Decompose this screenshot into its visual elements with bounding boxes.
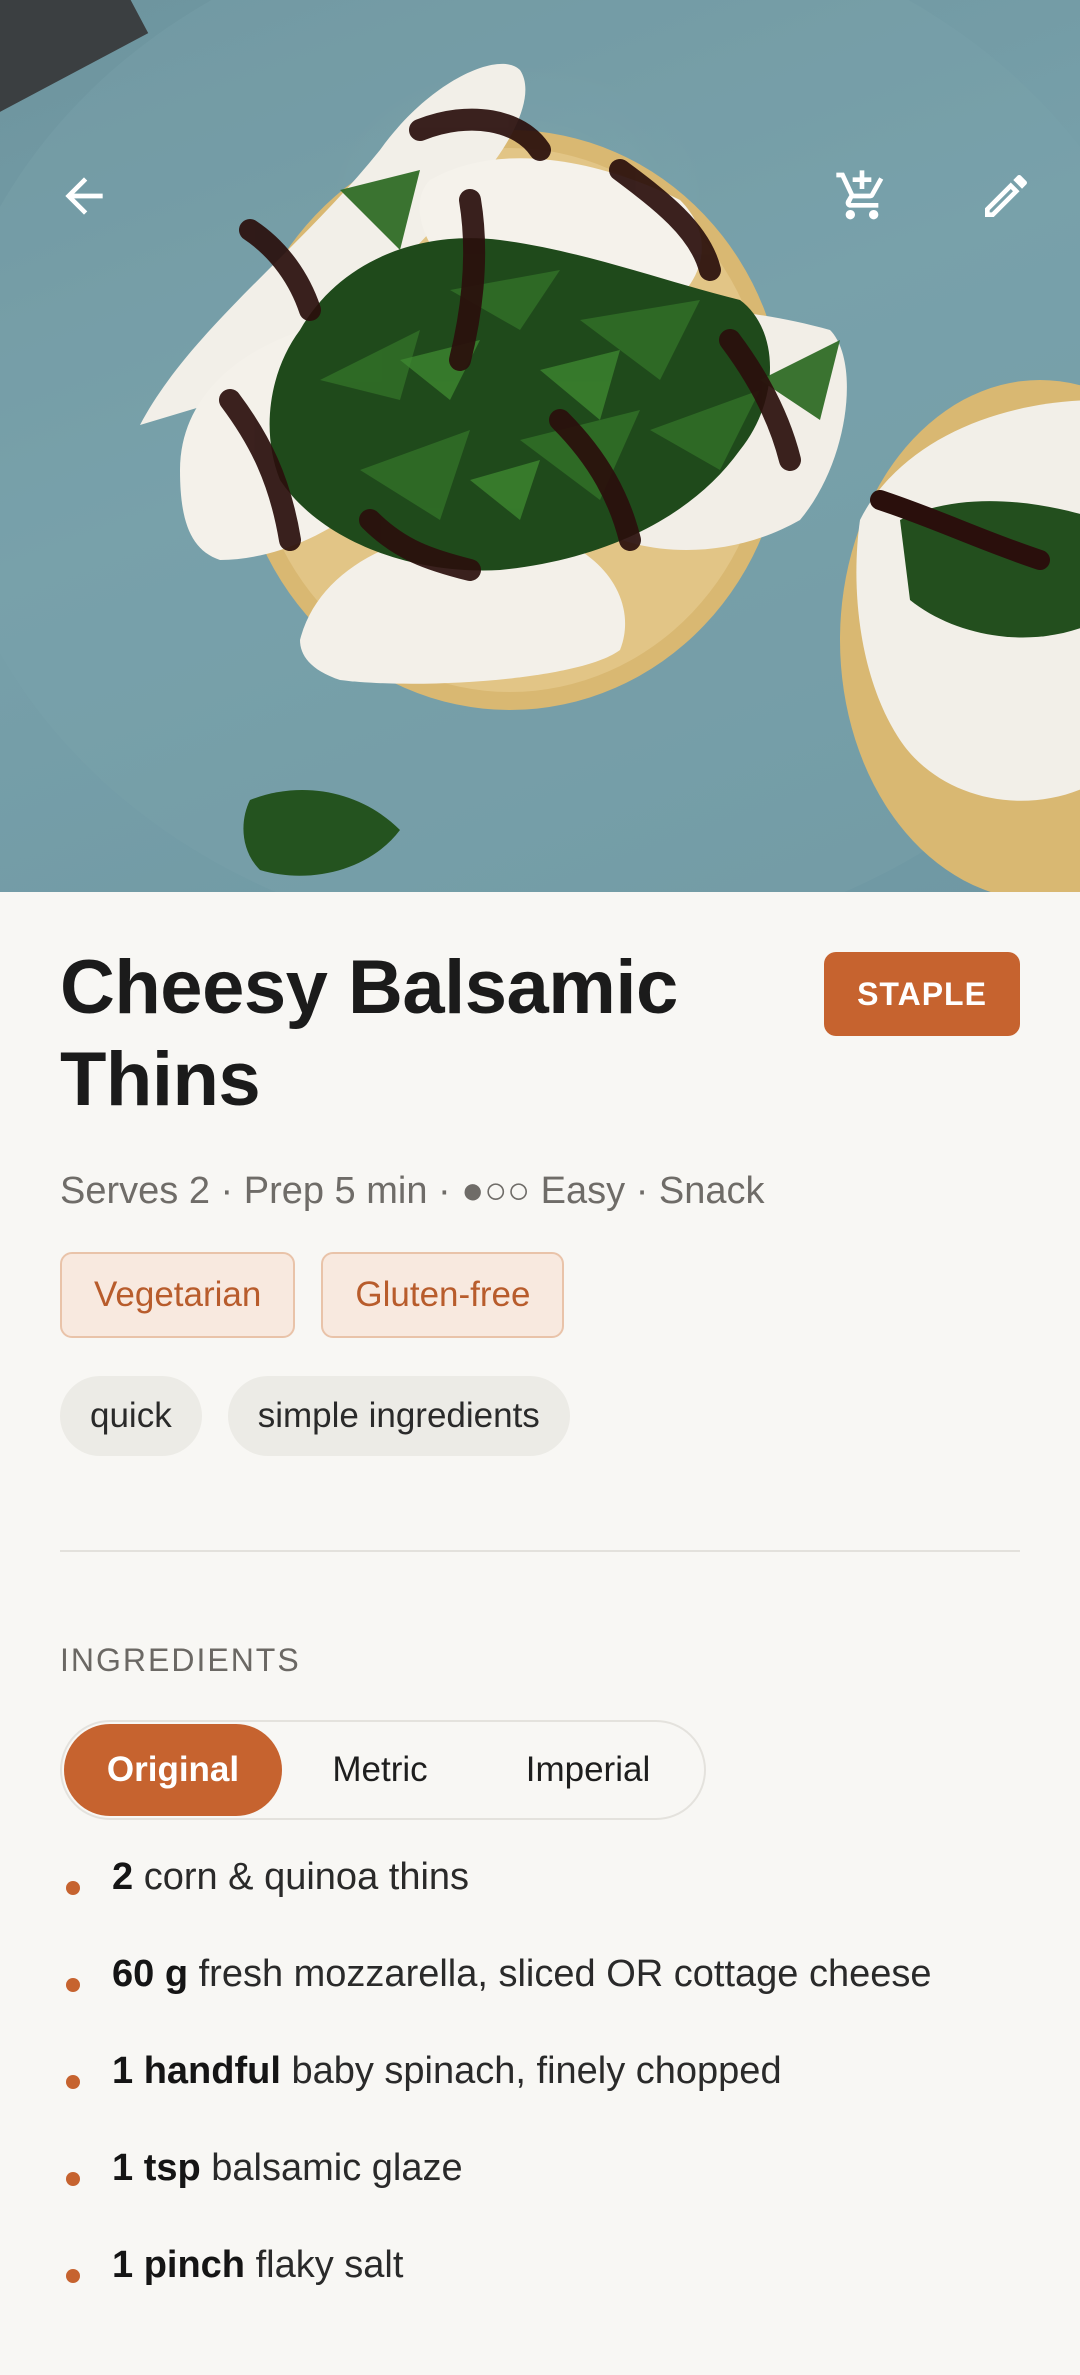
recipe-photo [0, 0, 1080, 892]
bullet-icon [66, 2172, 80, 2186]
ingredient-text: fresh mozzarella, sliced OR cottage chee… [198, 1953, 932, 1995]
section-divider [60, 1550, 1020, 1552]
recipe-meta: Serves 2 · Prep 5 min · ●○○ Easy · Snack [60, 1170, 765, 1212]
bullet-icon [66, 1881, 80, 1895]
recipe-tags: quick simple ingredients [60, 1376, 570, 1456]
unit-option-metric[interactable]: Metric [282, 1724, 478, 1816]
bullet-icon [66, 2075, 80, 2089]
ingredient-item[interactable]: 1 handful baby spinach, finely chopped [60, 2041, 1020, 2101]
tag-quick[interactable]: quick [60, 1376, 202, 1456]
tag-simple-ingredients[interactable]: simple ingredients [227, 1376, 570, 1456]
ingredient-text: flaky salt [255, 2244, 404, 2286]
unit-option-original[interactable]: Original [64, 1724, 282, 1816]
ingredient-quantity: 1 pinch [112, 2244, 246, 2286]
pencil-icon [985, 174, 1027, 217]
edit-button[interactable] [958, 148, 1054, 244]
arrow-left-icon [65, 177, 103, 215]
diet-tag-vegetarian[interactable]: Vegetarian [60, 1252, 296, 1338]
ingredients-heading: INGREDIENTS [60, 1642, 301, 1678]
ingredient-quantity: 1 tsp [112, 2147, 201, 2189]
ingredient-item[interactable]: 1 pinch flaky salt [60, 2235, 1020, 2295]
ingredient-quantity: 1 handful [112, 2050, 281, 2092]
staple-badge[interactable]: STAPLE [824, 952, 1020, 1036]
ingredient-quantity: 2 [112, 1856, 134, 1898]
ingredient-list: 2 corn & quinoa thins 60 g fresh mozzare… [60, 1847, 1020, 2332]
recipe-title: Cheesy Balsamic Thins [60, 945, 678, 1122]
ingredient-item[interactable]: 2 corn & quinoa thins [60, 1847, 1020, 1907]
bullet-icon [66, 1978, 80, 1992]
ingredient-text: baby spinach, finely chopped [291, 2050, 782, 2092]
bullet-icon [66, 2269, 80, 2283]
ingredient-quantity: 60 g [112, 1953, 189, 1995]
ingredient-item[interactable]: 1 tsp balsamic glaze [60, 2138, 1020, 2198]
ingredient-text: balsamic glaze [211, 2147, 463, 2189]
add-to-cart-button[interactable] [814, 148, 910, 244]
diet-tags: Vegetarian Gluten-free [60, 1252, 565, 1338]
unit-selector: Original Metric Imperial [60, 1720, 706, 1820]
ingredient-text: corn & quinoa thins [143, 1856, 470, 1898]
food-illustration [0, 0, 1080, 892]
back-button[interactable] [36, 148, 132, 244]
unit-option-imperial[interactable]: Imperial [478, 1724, 698, 1816]
diet-tag-gluten-free[interactable]: Gluten-free [321, 1252, 565, 1338]
ingredient-item[interactable]: 60 g fresh mozzarella, sliced OR cottage… [60, 1944, 1020, 2004]
cart-add-icon [836, 170, 884, 220]
